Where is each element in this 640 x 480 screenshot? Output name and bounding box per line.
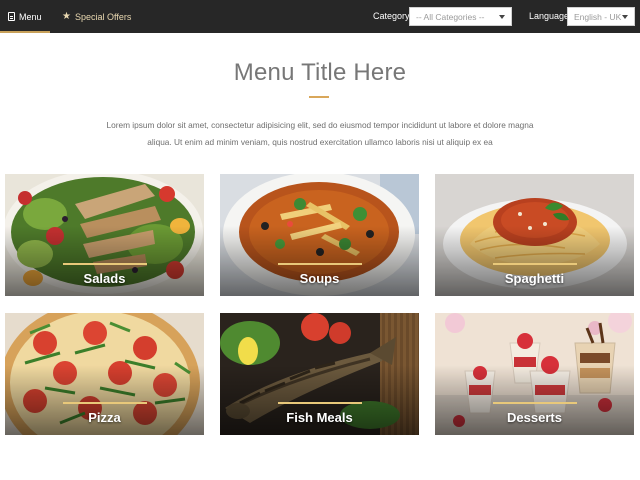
card-label-rule (278, 263, 362, 265)
category-card-label: Fish Meals (286, 410, 353, 425)
category-select-value: -- All Categories -- (416, 11, 485, 22)
category-card-desserts[interactable]: Desserts (435, 313, 634, 435)
nav-tab-special-offers-label: Special Offers (74, 11, 132, 22)
document-icon (8, 12, 15, 21)
active-tab-indicator (0, 31, 50, 33)
category-card-soups[interactable]: Soups (220, 174, 419, 296)
card-label-rule (278, 402, 362, 404)
language-select-value: English - UK (574, 11, 622, 22)
card-label-rule (493, 402, 577, 404)
nav-tab-menu-label: Menu (19, 11, 42, 22)
category-card-label: Salads (83, 271, 126, 286)
category-card-label: Desserts (507, 410, 562, 425)
chevron-down-icon (622, 15, 628, 19)
category-card-fish-meals[interactable]: Fish Meals (220, 313, 419, 435)
category-card-salads[interactable]: Salads (5, 174, 204, 296)
category-card-label: Pizza (88, 410, 121, 425)
page-title: Menu Title Here (233, 59, 407, 86)
card-label-rule (63, 402, 147, 404)
language-select[interactable]: English - UK (567, 7, 635, 26)
category-card-pizza[interactable]: Pizza (5, 313, 204, 435)
category-card-label: Spaghetti (504, 271, 565, 286)
category-select[interactable]: -- All Categories -- (409, 7, 512, 26)
top-navigation-bar: Menu ★ Special Offers Category -- All Ca… (0, 0, 640, 33)
star-icon: ★ (62, 10, 71, 22)
language-label: Language (529, 11, 570, 21)
card-label-rule (63, 263, 147, 265)
category-card-spaghetti[interactable]: Spaghetti (435, 174, 634, 296)
nav-tab-menu[interactable]: Menu (0, 0, 50, 33)
chevron-down-icon (499, 15, 505, 19)
intro-text: Lorem ipsum dolor sit amet, consectetur … (106, 120, 534, 147)
title-divider (309, 96, 329, 98)
category-label: Category (373, 11, 410, 21)
nav-tab-special-offers[interactable]: ★ Special Offers (60, 0, 131, 33)
card-label-rule (493, 263, 577, 265)
category-card-label: Soups (299, 271, 340, 286)
